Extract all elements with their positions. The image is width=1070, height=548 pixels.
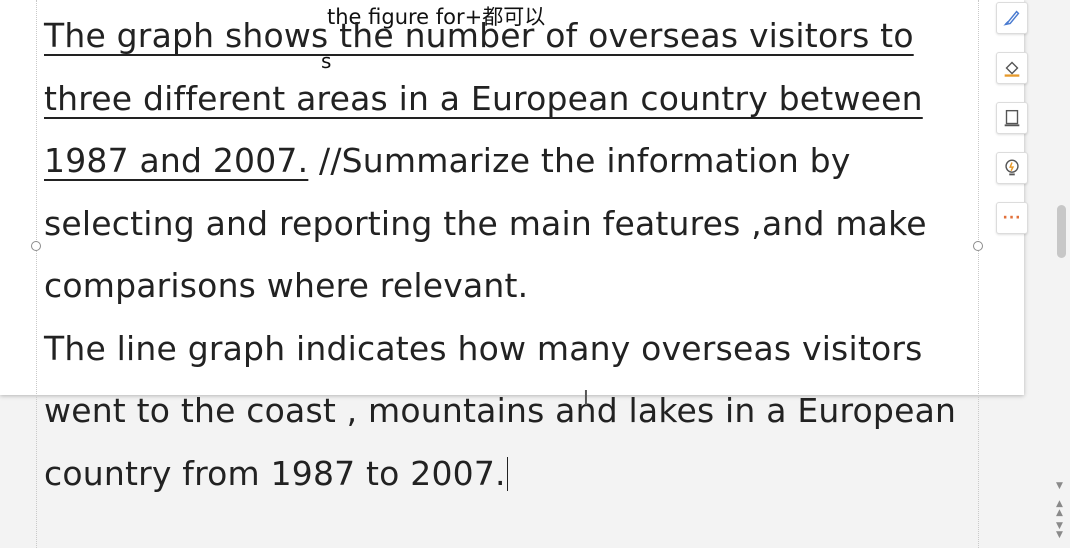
vertical-scrollbar[interactable]: ▼ ▲ ▲ ▼ ▼ [1052,0,1070,548]
resize-handle-left[interactable] [31,241,41,251]
page-up-icon-2[interactable]: ▲ [1056,509,1063,518]
more-button[interactable]: ··· [996,202,1028,234]
page-down-icon-2[interactable]: ▼ [1056,531,1063,540]
border-icon [1004,109,1020,127]
pen-icon [1003,10,1020,26]
text-line-3[interactable]: 1987 and 2007. //Summarize the informati… [44,130,974,193]
guide-left [36,0,37,548]
text-line-6[interactable]: The line graph indicates how many overse… [44,318,974,381]
more-icon: ··· [1002,210,1022,226]
text-line-7[interactable]: went to the coast , mountains and lakes … [44,380,974,443]
fill-icon [1004,61,1020,77]
border-button[interactable] [996,102,1028,134]
fill-button[interactable] [996,52,1028,84]
text-line-1[interactable]: The graph shows the number of overseas v… [44,5,974,68]
text-line-2[interactable]: three different areas in a European coun… [44,68,974,131]
bulb-icon [1005,159,1019,176]
text-line-8[interactable]: country from 1987 to 2007. [44,443,974,506]
resize-handle-right[interactable] [973,241,983,251]
text-caret [506,456,508,491]
scroll-down-arrow-icon[interactable]: ▼ [1056,482,1063,491]
ibeam-cursor-icon: I [583,386,589,410]
idea-button[interactable] [996,152,1028,184]
floating-toolbar: ··· [996,2,1030,252]
text-line-4[interactable]: selecting and reporting the main feature… [44,193,974,256]
scrollbar-thumb[interactable] [1057,205,1066,258]
document-text[interactable]: The graph shows the number of overseas v… [44,5,974,505]
guide-right [978,0,979,548]
text-line-5[interactable]: comparisons where relevant. [44,255,974,318]
pen-button[interactable] [996,2,1028,34]
